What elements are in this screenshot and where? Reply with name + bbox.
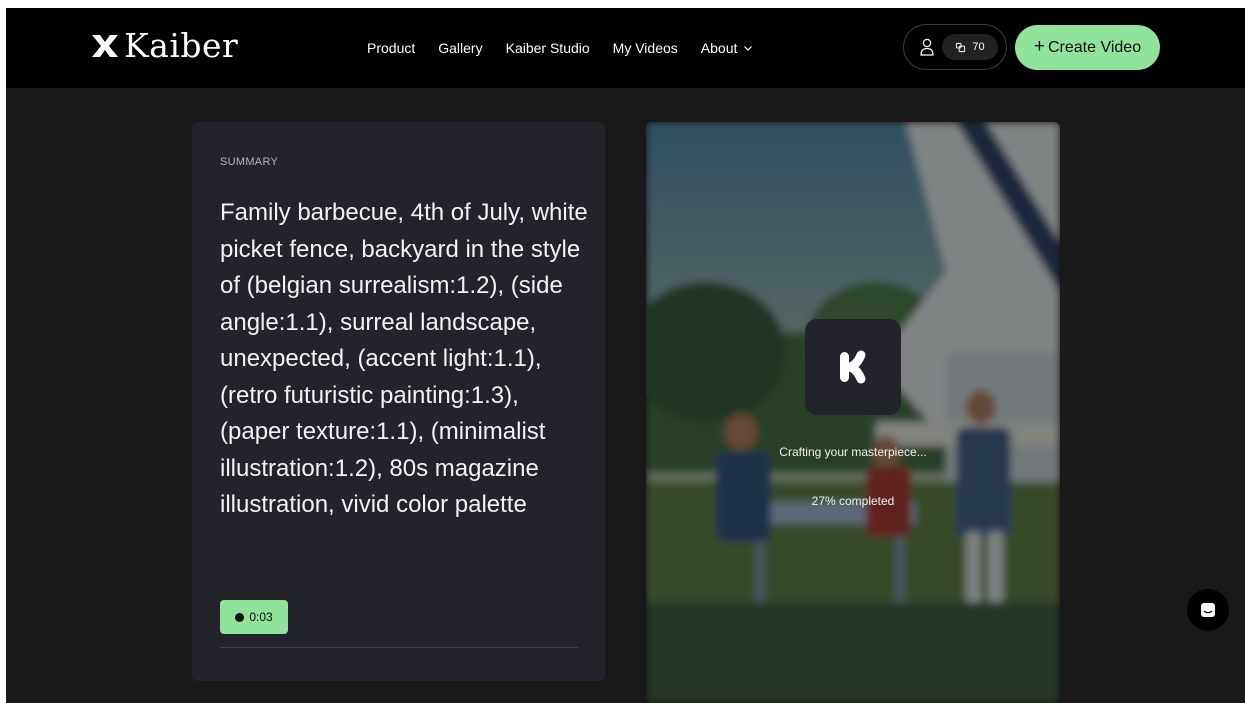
- kaiber-logo-icon: [92, 35, 118, 57]
- plus-icon: +: [1033, 36, 1045, 57]
- duration-badge[interactable]: 0:03: [220, 600, 288, 634]
- kaiber-k-icon: [840, 350, 866, 384]
- nav-gallery[interactable]: Gallery: [438, 37, 482, 59]
- summary-card: SUMMARY Family barbecue, 4th of July, wh…: [192, 122, 605, 681]
- create-video-label: Create Video: [1048, 38, 1142, 56]
- account-credits-pill[interactable]: 70: [903, 24, 1007, 70]
- chevron-down-icon: [744, 46, 753, 51]
- nav-kaiber-studio-label: Kaiber Studio: [505, 40, 590, 56]
- credits-count: 70: [972, 41, 985, 53]
- support-chat-button[interactable]: [1187, 589, 1229, 631]
- nav-product-label: Product: [367, 40, 416, 56]
- nav-about-label: About: [700, 40, 738, 56]
- divider: [220, 647, 578, 648]
- nav-product[interactable]: Product: [367, 37, 415, 59]
- duration-value: 0:03: [249, 610, 273, 624]
- nav-my-videos[interactable]: My Videos: [613, 37, 678, 59]
- prompt-summary-text: Family barbecue, 4th of July, white pick…: [220, 199, 588, 518]
- top-nav-bar: Kaiber Product Gallery Kaiber Studio My …: [6, 8, 1245, 88]
- main-nav: Product Gallery Kaiber Studio My Videos …: [367, 37, 776, 59]
- credits-icon: [956, 42, 966, 52]
- user-icon: [920, 38, 934, 56]
- record-dot-icon: [235, 612, 245, 622]
- nav-kaiber-studio[interactable]: Kaiber Studio: [506, 37, 590, 59]
- generation-progress: 27% completed: [811, 494, 895, 508]
- nav-about[interactable]: About: [701, 37, 754, 59]
- chat-icon: [1201, 603, 1215, 617]
- kaiber-logo[interactable]: Kaiber: [90, 26, 238, 66]
- generation-status: Crafting your masterpiece...: [779, 445, 927, 459]
- create-video-button[interactable]: + Create Video: [1015, 25, 1160, 70]
- credits-badge: 70: [942, 34, 998, 60]
- summary-label: SUMMARY: [220, 156, 279, 168]
- nav-gallery-label: Gallery: [438, 40, 483, 56]
- nav-my-videos-label: My Videos: [612, 40, 678, 56]
- app-frame: Kaiber Product Gallery Kaiber Studio My …: [6, 8, 1245, 703]
- video-preview: Crafting your masterpiece... 27% complet…: [646, 122, 1060, 703]
- brand-name: Kaiber: [124, 26, 239, 65]
- loading-logo-tile: [805, 319, 901, 415]
